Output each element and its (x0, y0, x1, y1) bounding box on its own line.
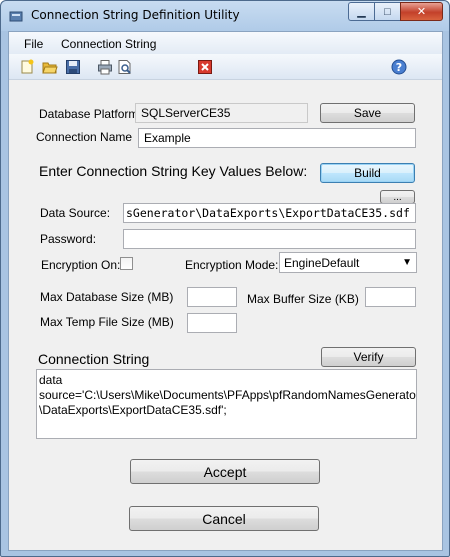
close-button[interactable]: ✕ (400, 2, 443, 21)
menu-connection-string[interactable]: Connection String (61, 37, 156, 51)
build-button[interactable]: Build (320, 163, 415, 183)
window-title: Connection String Definition Utility (31, 8, 240, 22)
app-window: Connection String Definition Utility ▁ □… (0, 0, 450, 557)
connection-string-textarea[interactable]: data source='C:\Users\Mike\Documents\PFA… (36, 369, 417, 439)
maximize-button[interactable]: □ (374, 2, 400, 21)
toolbar: ? (9, 54, 442, 80)
open-folder-icon[interactable] (42, 59, 58, 75)
save-disk-icon[interactable] (65, 59, 81, 75)
connection-string-label: Connection String (38, 351, 150, 367)
print-icon[interactable] (97, 59, 113, 75)
data-source-input[interactable]: sGenerator\DataExports\ExportDataCE35.sd… (123, 203, 416, 223)
print-preview-icon[interactable] (117, 59, 133, 75)
accept-button[interactable]: Accept (130, 459, 320, 484)
data-source-label: Data Source: (40, 206, 111, 220)
connection-string-line-1: data source='C:\Users\Mike\Documents\PFA… (39, 373, 417, 402)
title-bar[interactable]: Connection String Definition Utility ▁ □… (1, 1, 449, 31)
database-platform-field: SQLServerCE35 (135, 103, 308, 123)
connection-string-line-2: \DataExports\ExportDataCE35.sdf'; (39, 403, 227, 417)
help-icon[interactable]: ? (391, 59, 407, 75)
enter-keys-label: Enter Connection String Key Values Below… (39, 163, 308, 179)
encryption-mode-value: EngineDefault (284, 256, 360, 270)
minimize-button[interactable]: ▁ (348, 2, 374, 21)
max-temp-file-input[interactable] (187, 313, 237, 333)
max-buffer-size-input[interactable] (365, 287, 416, 307)
max-db-size-label: Max Database Size (MB) (40, 290, 174, 304)
encryption-mode-label: Encryption Mode: (185, 258, 279, 272)
app-icon (9, 11, 23, 22)
form-panel: Database Platform SQLServerCE35 Save Con… (23, 90, 434, 540)
browse-button[interactable]: ... (380, 190, 415, 204)
verify-button[interactable]: Verify (321, 347, 416, 367)
password-input[interactable] (123, 229, 416, 249)
encryption-mode-select[interactable]: EngineDefault ▼ (279, 252, 417, 273)
menu-bar: File Connection String (9, 32, 442, 54)
exit-icon[interactable] (197, 59, 213, 75)
connection-name-label: Connection Name (36, 130, 133, 144)
database-platform-label: Database Platform (39, 107, 139, 121)
connection-name-input[interactable]: Example (138, 128, 416, 148)
cancel-button[interactable]: Cancel (129, 506, 319, 531)
max-temp-file-label: Max Temp File Size (MB) (40, 315, 174, 329)
svg-text:?: ? (396, 61, 402, 74)
save-button[interactable]: Save (320, 103, 415, 123)
chevron-down-icon: ▼ (402, 257, 412, 268)
new-file-icon[interactable] (19, 59, 35, 75)
menu-file[interactable]: File (24, 37, 43, 51)
max-buffer-size-label: Max Buffer Size (KB) (247, 292, 359, 306)
encryption-on-checkbox[interactable] (120, 257, 133, 270)
encryption-on-label: Encryption On: (41, 258, 121, 272)
max-db-size-input[interactable] (187, 287, 237, 307)
password-label: Password: (40, 232, 97, 246)
client-area: File Connection String ? Database Platfo… (8, 31, 443, 551)
